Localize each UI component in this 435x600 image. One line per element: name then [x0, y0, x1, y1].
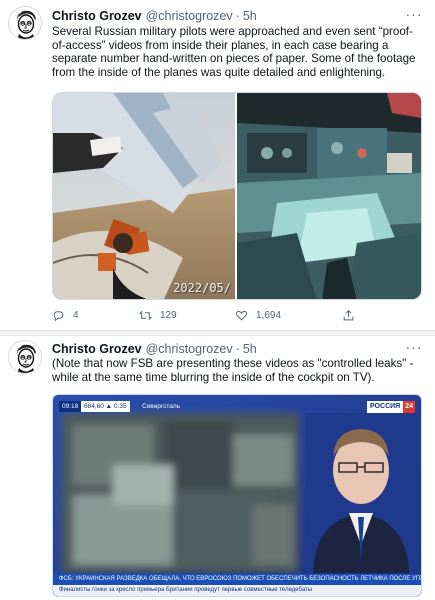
media-grid[interactable]: 2022/05/: [52, 92, 422, 300]
retweet-count: 129: [160, 309, 177, 321]
tv-ticker-crawl: Финалисты гонки за кресло премьера Брита…: [53, 585, 421, 596]
media-tv-screenshot[interactable]: 09:18 684,60 ▲ 0.35 Севергсталь РОССИЯ 2…: [52, 394, 422, 597]
tweet-header: Christo Grozev @christogrozev · 5h: [52, 7, 257, 25]
author-handle[interactable]: @christogrozev: [146, 9, 233, 23]
media-photo-cockpit-interior[interactable]: [237, 93, 421, 299]
tweet-header: Christo Grozev @christogrozev · 5h: [52, 340, 257, 358]
tweet-actions: 4 129 1,694: [52, 307, 382, 323]
tv-company: Севергсталь: [142, 403, 181, 410]
media-timestamp: 2022/05/: [173, 281, 231, 295]
tv-channel-name: РОССИЯ: [367, 401, 404, 413]
tweet-1[interactable]: Christo Grozev @christogrozev · 5h ··· S…: [0, 0, 435, 330]
share-button[interactable]: [342, 307, 355, 323]
separator-dot: ·: [235, 342, 240, 356]
timestamp[interactable]: 5h: [243, 9, 257, 23]
reply-icon: [53, 310, 64, 321]
timestamp[interactable]: 5h: [243, 342, 257, 356]
separator-dot: ·: [235, 9, 240, 23]
avatar[interactable]: [8, 6, 42, 40]
tweet-text: Several Russian military pilots were app…: [52, 25, 416, 79]
media-photo-cockpit-exterior[interactable]: 2022/05/: [53, 93, 235, 299]
tv-stock-ticker: 684,60 ▲ 0.35: [81, 401, 130, 412]
author-name[interactable]: Christo Grozev: [52, 342, 142, 356]
tweet-text: (Note that now FSB are presenting these …: [52, 357, 414, 384]
retweet-button[interactable]: 129: [139, 307, 177, 323]
author-handle[interactable]: @christogrozev: [146, 342, 233, 356]
tv-ticker-headline: ФСБ: УКРАИНСКАЯ РАЗВЕДКА ОБЕЩАЛА, ЧТО ЕВ…: [53, 574, 421, 585]
reply-button[interactable]: 4: [52, 307, 79, 323]
share-icon: [343, 309, 354, 320]
tv-ticker: ФСБ: УКРАИНСКАЯ РАЗВЕДКА ОБЕЩАЛА, ЧТО ЕВ…: [53, 574, 421, 596]
tv-channel-logo: РОССИЯ 24: [367, 401, 415, 413]
tv-topbar: 09:18 684,60 ▲ 0.35 Севергсталь РОССИЯ 2…: [53, 401, 421, 413]
like-button[interactable]: 1,694: [235, 307, 281, 323]
more-icon[interactable]: ···: [405, 7, 423, 23]
like-icon: [235, 310, 248, 321]
tv-channel-number: 24: [403, 401, 415, 413]
more-icon[interactable]: ···: [405, 340, 423, 356]
tweet-2[interactable]: Christo Grozev @christogrozev · 5h ··· (…: [0, 336, 435, 600]
author-name[interactable]: Christo Grozev: [52, 9, 142, 23]
reply-count: 4: [73, 309, 79, 321]
like-count: 1,694: [256, 309, 282, 321]
retweet-icon: [139, 310, 152, 320]
avatar[interactable]: [8, 340, 42, 374]
tv-clock: 09:18: [59, 401, 82, 412]
